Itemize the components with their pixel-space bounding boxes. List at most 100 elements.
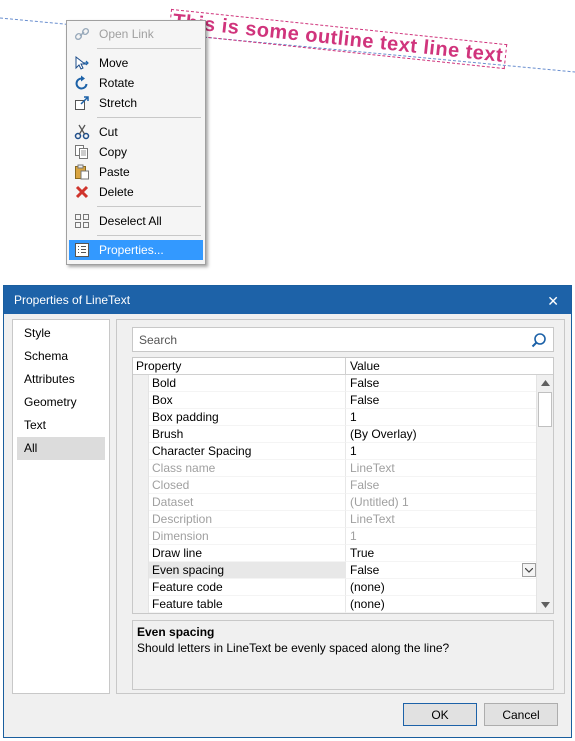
- property-value[interactable]: False: [346, 477, 538, 494]
- property-name[interactable]: Dataset: [149, 494, 346, 511]
- scroll-down-icon[interactable]: [537, 597, 553, 613]
- column-header-property[interactable]: Property: [133, 358, 346, 374]
- property-value-text: (Untitled) 1: [350, 495, 409, 509]
- property-name[interactable]: Even spacing: [149, 562, 346, 579]
- row-gutter: [133, 511, 149, 528]
- property-name[interactable]: Draw line: [149, 545, 346, 562]
- property-value[interactable]: (By Overlay): [346, 426, 538, 443]
- table-row[interactable]: Feature table (none): [133, 596, 553, 613]
- menu-item-stretch[interactable]: Stretch: [69, 93, 203, 113]
- table-row[interactable]: Closed False: [133, 477, 553, 494]
- property-value[interactable]: False: [346, 392, 538, 409]
- property-value[interactable]: 1: [346, 528, 538, 545]
- property-name[interactable]: Bold: [149, 375, 346, 392]
- property-value[interactable]: (none): [346, 579, 538, 596]
- close-icon[interactable]: ✕: [547, 293, 559, 310]
- table-row[interactable]: Character Spacing 1: [133, 443, 553, 460]
- property-value-text: (none): [350, 597, 385, 611]
- property-name[interactable]: Box padding: [149, 409, 346, 426]
- row-gutter: [133, 443, 149, 460]
- nav-item-style[interactable]: Style: [17, 322, 105, 345]
- property-name[interactable]: Description: [149, 511, 346, 528]
- property-value[interactable]: LineText: [346, 460, 538, 477]
- dialog-titlebar[interactable]: Properties of LineText ✕: [4, 286, 571, 314]
- table-row[interactable]: Brush (By Overlay): [133, 426, 553, 443]
- table-row[interactable]: Dataset (Untitled) 1: [133, 494, 553, 511]
- property-value-text: False: [350, 478, 380, 492]
- row-gutter: [133, 460, 149, 477]
- property-value[interactable]: LineText: [346, 511, 538, 528]
- nav-item-text[interactable]: Text: [17, 414, 105, 437]
- menu-item-delete[interactable]: Delete: [69, 182, 203, 202]
- row-gutter: [133, 477, 149, 494]
- property-value[interactable]: 1: [346, 409, 538, 426]
- property-name[interactable]: Box: [149, 392, 346, 409]
- nav-item-attributes[interactable]: Attributes: [17, 368, 105, 391]
- menu-item-label: Deselect All: [99, 214, 162, 228]
- property-value[interactable]: False: [346, 562, 538, 579]
- table-row[interactable]: Box padding 1: [133, 409, 553, 426]
- table-row[interactable]: Dimension 1: [133, 528, 553, 545]
- scroll-thumb[interactable]: [538, 392, 552, 427]
- row-gutter: [133, 375, 149, 392]
- row-gutter: [133, 494, 149, 511]
- search-placeholder: Search: [139, 333, 178, 347]
- menu-item-deselect-all[interactable]: Deselect All: [69, 211, 203, 231]
- row-gutter: [133, 409, 149, 426]
- cancel-button[interactable]: Cancel: [484, 703, 558, 726]
- grid-scrollbar[interactable]: [536, 375, 553, 613]
- search-input[interactable]: Search: [132, 327, 554, 352]
- table-row[interactable]: Bold False: [133, 375, 553, 392]
- menu-item-label: Stretch: [99, 96, 138, 110]
- delete-icon: [73, 183, 91, 201]
- property-name[interactable]: Class name: [149, 460, 346, 477]
- context-menu: Open Link Move Rotate Stretch Cut Copy Paste De…: [66, 20, 206, 265]
- row-gutter: [133, 528, 149, 545]
- menu-item-properties[interactable]: Properties...: [69, 240, 203, 260]
- property-value-text: 1: [350, 410, 357, 424]
- menu-item-copy[interactable]: Copy: [69, 142, 203, 162]
- table-row[interactable]: Class name LineText: [133, 460, 553, 477]
- nav-item-all[interactable]: All: [17, 437, 105, 460]
- grid-header: Property Value: [133, 358, 553, 375]
- property-name[interactable]: Feature table: [149, 596, 346, 613]
- description-title: Even spacing: [137, 625, 215, 639]
- menu-item-label: Open Link: [99, 27, 154, 41]
- property-value[interactable]: (Untitled) 1: [346, 494, 538, 511]
- table-row[interactable]: Feature code (none): [133, 579, 553, 596]
- grid-rows: Bold False Box False Box padding 1 Brush (By O…: [133, 375, 553, 613]
- property-name[interactable]: Closed: [149, 477, 346, 494]
- column-header-value[interactable]: Value: [346, 358, 538, 374]
- property-name[interactable]: Character Spacing: [149, 443, 346, 460]
- menu-item-open-link[interactable]: Open Link: [69, 24, 203, 44]
- table-row[interactable]: Box False: [133, 392, 553, 409]
- ok-button[interactable]: OK: [403, 703, 477, 726]
- menu-item-rotate[interactable]: Rotate: [69, 73, 203, 93]
- property-name[interactable]: Feature code: [149, 579, 346, 596]
- property-value-text: False: [350, 393, 380, 407]
- property-name[interactable]: Brush: [149, 426, 346, 443]
- copy-icon: [73, 143, 91, 161]
- table-row[interactable]: Even spacing False: [133, 562, 553, 579]
- property-name[interactable]: Dimension: [149, 528, 346, 545]
- menu-item-move[interactable]: Move: [69, 53, 203, 73]
- chevron-down-icon[interactable]: [522, 563, 536, 577]
- property-value[interactable]: False: [346, 375, 538, 392]
- paste-icon: [73, 163, 91, 181]
- property-value[interactable]: 1: [346, 443, 538, 460]
- property-description: Even spacing Should letters in LineText …: [132, 620, 554, 690]
- menu-item-paste[interactable]: Paste: [69, 162, 203, 182]
- dialog-title: Properties of LineText: [14, 293, 131, 307]
- menu-item-cut[interactable]: Cut: [69, 122, 203, 142]
- property-value[interactable]: (none): [346, 596, 538, 613]
- property-value[interactable]: True: [346, 545, 538, 562]
- table-row[interactable]: Draw line True: [133, 545, 553, 562]
- table-row[interactable]: Description LineText: [133, 511, 553, 528]
- scroll-up-icon[interactable]: [537, 375, 553, 391]
- property-value-text: (By Overlay): [350, 427, 417, 441]
- description-body: Should letters in LineText be evenly spa…: [137, 641, 450, 655]
- search-icon[interactable]: [531, 332, 547, 351]
- nav-item-geometry[interactable]: Geometry: [17, 391, 105, 414]
- nav-item-schema[interactable]: Schema: [17, 345, 105, 368]
- cut-icon: [73, 123, 91, 141]
